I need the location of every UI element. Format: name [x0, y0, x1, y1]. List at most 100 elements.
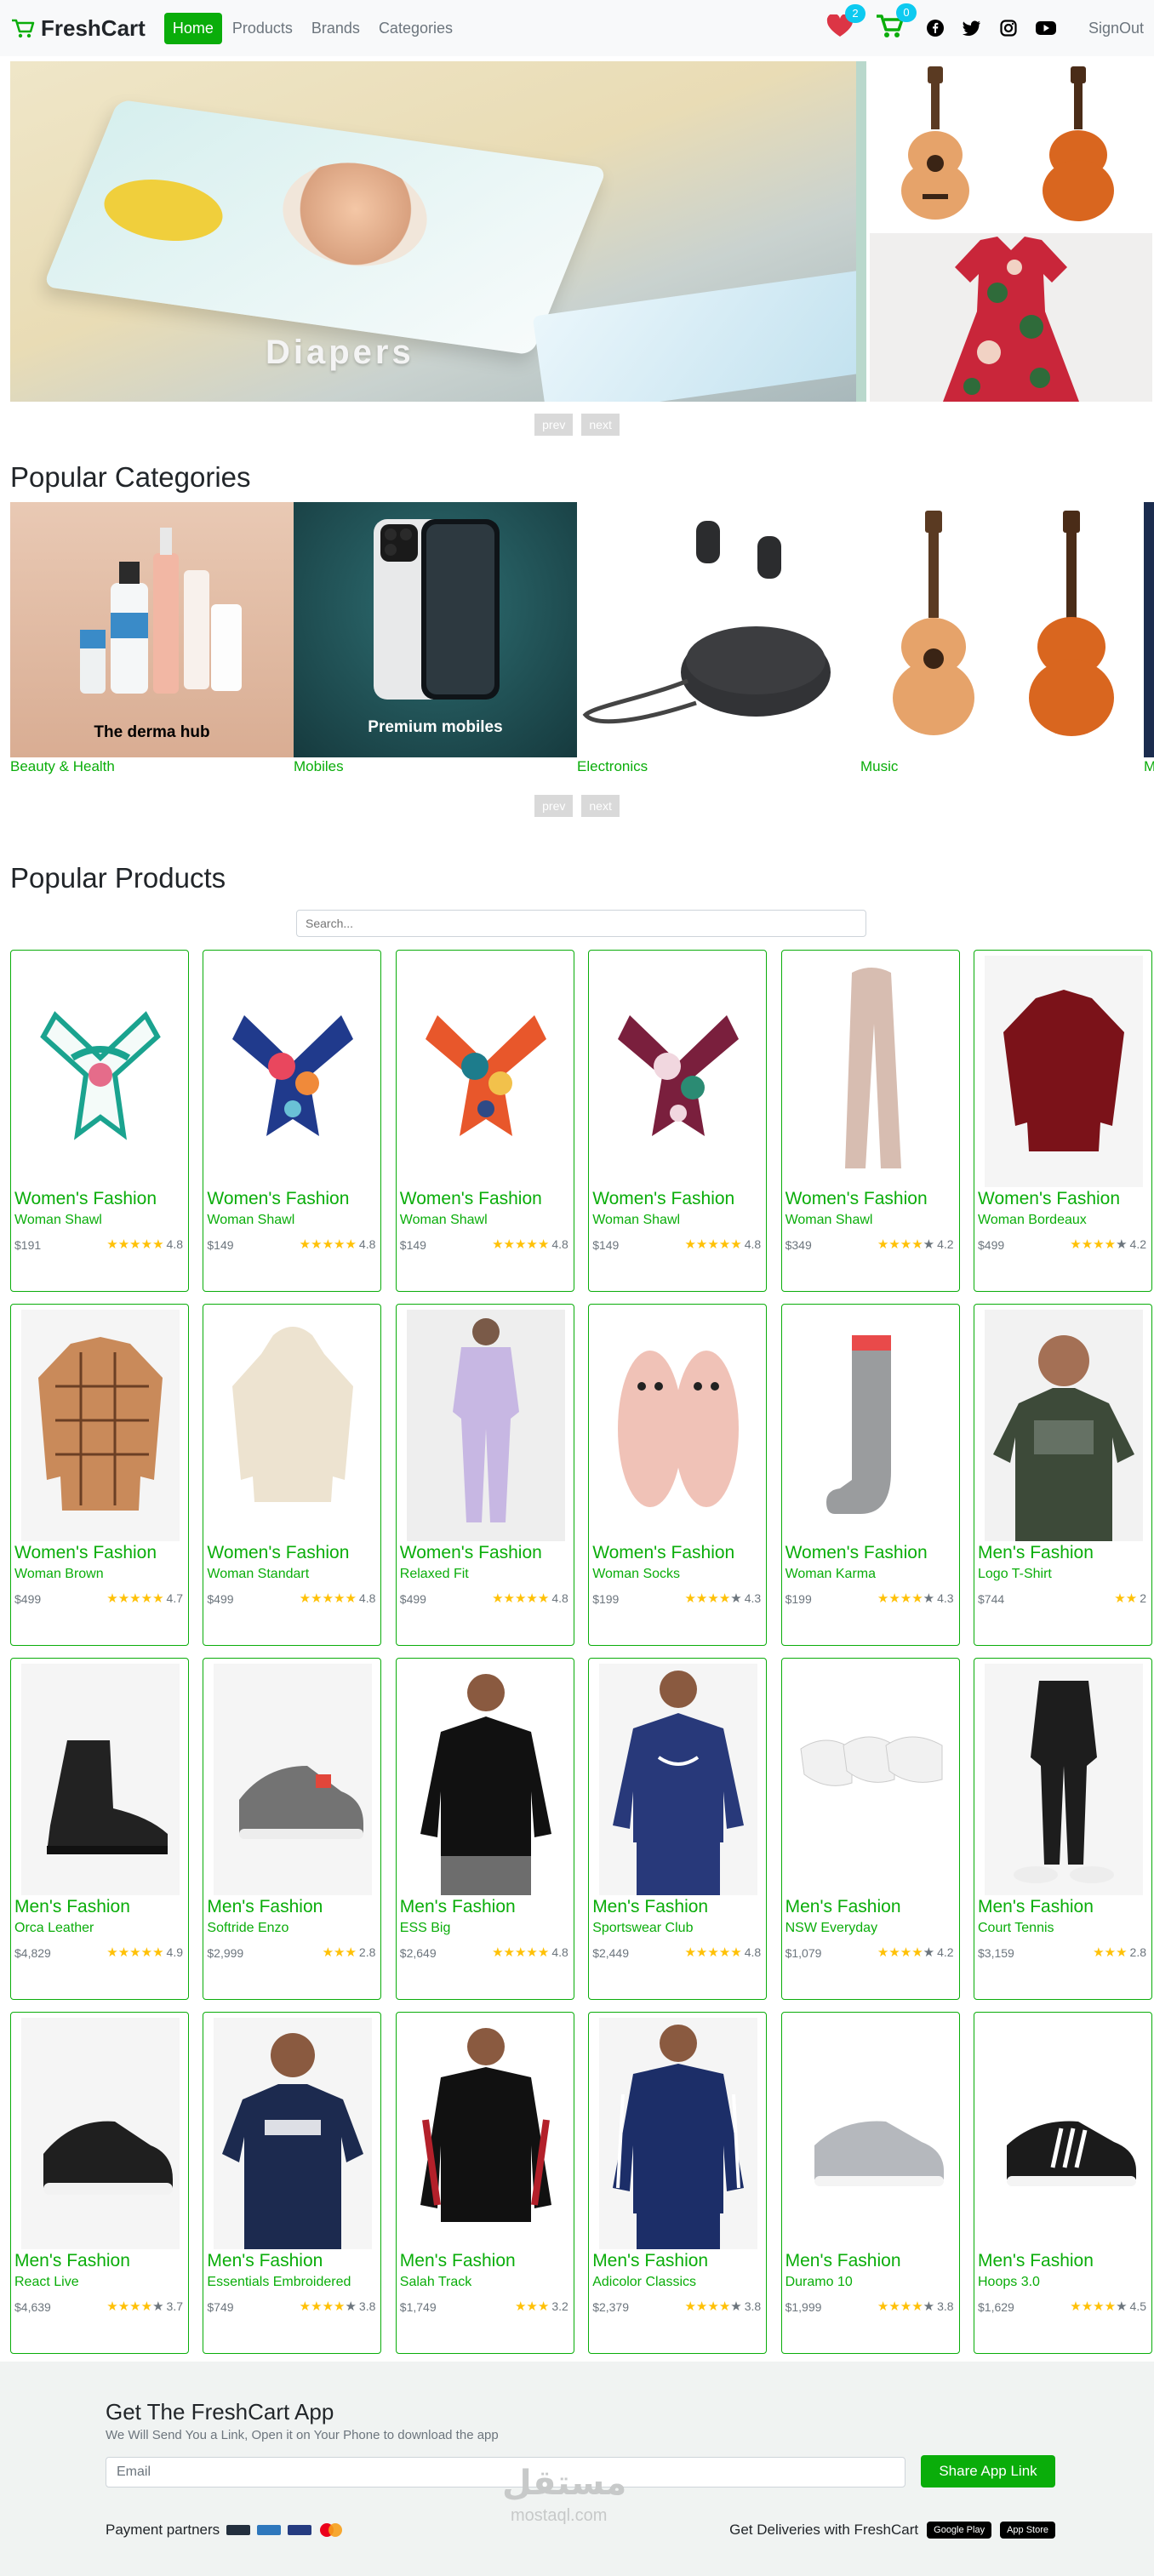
product-card[interactable]: Men's Fashion React Live $4,639 ★★★★★ 3.7 [10, 2012, 189, 2354]
product-image[interactable] [21, 1664, 180, 1895]
product-image[interactable] [214, 2018, 373, 2249]
app-store-button[interactable]: App Store [1000, 2522, 1055, 2539]
product-image[interactable] [985, 1664, 1143, 1895]
product-image[interactable] [791, 1664, 951, 1895]
product-image[interactable] [985, 2018, 1143, 2249]
product-image[interactable] [791, 956, 951, 1187]
product-card[interactable]: Women's Fashion Woman Standart $499 ★★★★★ 4.… [203, 1304, 382, 1646]
product-name[interactable]: React Live [14, 2275, 79, 2290]
product-name[interactable]: Woman Karma [786, 1567, 876, 1582]
product-image[interactable] [21, 956, 180, 1187]
hero-main-slide[interactable]: Diapers [10, 61, 866, 402]
product-image[interactable] [406, 956, 565, 1187]
product-card[interactable]: Women's Fashion Woman Bordeaux $499 ★★★★★ 4.… [974, 950, 1152, 1292]
product-image[interactable] [599, 2018, 758, 2249]
product-card[interactable]: Men's Fashion Hoops 3.0 $1,629 ★★★★★ 4.5 [974, 2012, 1152, 2354]
product-name[interactable]: Orca Leather [14, 1921, 94, 1936]
product-search-input[interactable] [296, 910, 866, 937]
product-image[interactable] [985, 956, 1143, 1187]
nav-products[interactable]: Products [224, 13, 301, 44]
product-card[interactable]: Men's Fashion NSW Everyday $1,079 ★★★★★ 4.2 [780, 1658, 960, 2000]
product-image[interactable] [406, 2018, 565, 2249]
youtube-icon[interactable] [1035, 20, 1056, 36]
product-card[interactable]: Women's Fashion Woman Shawl $191 ★★★★★ 4.8 [10, 950, 189, 1292]
product-name[interactable]: Woman Standart [207, 1567, 309, 1582]
product-name[interactable]: Woman Brown [14, 1567, 104, 1582]
product-name[interactable]: Hoops 3.0 [978, 2275, 1040, 2290]
product-image[interactable] [406, 1664, 565, 1895]
product-name[interactable]: Woman Shawl [592, 1213, 680, 1228]
category-label[interactable]: Mobiles [294, 758, 577, 774]
product-name[interactable]: NSW Everyday [786, 1921, 877, 1936]
product-image[interactable] [791, 1310, 951, 1541]
product-card[interactable]: Women's Fashion Woman Shawl $149 ★★★★★ 4.8 [203, 950, 382, 1292]
product-image[interactable] [21, 1310, 180, 1541]
product-card[interactable]: Men's Fashion Softride Enzo $2,999 ★★★ 2.8 [203, 1658, 382, 2000]
product-name[interactable]: Adicolor Classics [592, 2275, 696, 2290]
product-card[interactable]: Men's Fashion Salah Track $1,749 ★★★ 3.2 [395, 2012, 574, 2354]
category-label[interactable]: Music [860, 758, 1144, 774]
product-name[interactable]: Softride Enzo [207, 1921, 288, 1936]
product-card[interactable]: Men's Fashion Logo T-Shirt $744 ★★ 2 [974, 1304, 1152, 1646]
product-name[interactable]: Sportswear Club [592, 1921, 693, 1936]
category-label[interactable]: Electronics [577, 758, 860, 774]
category-card[interactable]: The derma hub Beauty & Health [10, 502, 294, 774]
product-image[interactable] [214, 1310, 373, 1541]
hero-side-dress[interactable] [870, 233, 1152, 402]
product-image[interactable] [21, 2018, 180, 2249]
product-name[interactable]: Essentials Embroidered [207, 2275, 351, 2290]
cart-button[interactable]: 0 [876, 3, 917, 43]
hero-prev-button[interactable]: prev [534, 414, 574, 436]
category-card[interactable]: Music [860, 502, 1144, 774]
brand[interactable]: FreshCart [10, 15, 146, 42]
product-card[interactable]: Women's Fashion Relaxed Fit $499 ★★★★★ 4.8 [395, 1304, 574, 1646]
instagram-icon[interactable] [1000, 20, 1017, 37]
product-image[interactable] [214, 1664, 373, 1895]
product-card[interactable]: Men's Fashion Adicolor Classics $2,379 ★★★★… [588, 2012, 768, 2354]
share-app-link-button[interactable]: Share App Link [921, 2455, 1055, 2487]
product-image[interactable] [599, 1664, 758, 1895]
category-label[interactable]: Beauty & Health [10, 758, 294, 774]
hero-next-button[interactable]: next [581, 414, 620, 436]
product-image[interactable] [406, 1310, 565, 1541]
product-card[interactable]: Women's Fashion Woman Shawl $149 ★★★★★ 4.8 [588, 950, 768, 1292]
product-card[interactable]: Men's Fashion Court Tennis $3,159 ★★★ 2.8 [974, 1658, 1152, 2000]
product-card[interactable]: Men's Fashion Sportswear Club $2,449 ★★★★★ 4… [588, 1658, 768, 2000]
categories-prev-button[interactable]: prev [534, 795, 574, 817]
product-name[interactable]: Duramo 10 [786, 2275, 853, 2290]
product-card[interactable]: Women's Fashion Woman Karma $199 ★★★★★ 4.3 [780, 1304, 960, 1646]
product-name[interactable]: Woman Shawl [786, 1213, 873, 1228]
product-name[interactable]: Logo T-Shirt [978, 1567, 1052, 1582]
product-name[interactable]: Woman Shawl [400, 1213, 488, 1228]
nav-categories[interactable]: Categories [370, 13, 461, 44]
nav-brands[interactable]: Brands [303, 13, 368, 44]
wishlist-button[interactable]: 2 [826, 3, 866, 43]
product-name[interactable]: Relaxed Fit [400, 1567, 469, 1582]
product-image[interactable] [791, 2018, 951, 2249]
product-image[interactable] [214, 956, 373, 1187]
facebook-icon[interactable] [926, 20, 944, 37]
twitter-icon[interactable] [962, 20, 981, 36]
product-name[interactable]: Salah Track [400, 2275, 471, 2290]
nav-home[interactable]: Home [163, 12, 222, 44]
product-name[interactable]: Woman Shawl [14, 1213, 102, 1228]
product-card[interactable]: Men's Fashion ESS Big $2,649 ★★★★★ 4.8 [395, 1658, 574, 2000]
product-card[interactable]: Women's Fashion Woman Socks $199 ★★★★★ 4.3 [588, 1304, 768, 1646]
product-name[interactable]: Woman Shawl [207, 1213, 294, 1228]
categories-next-button[interactable]: next [581, 795, 620, 817]
product-image[interactable] [599, 1310, 758, 1541]
product-name[interactable]: ESS Big [400, 1921, 451, 1936]
hero-side-guitars[interactable] [870, 61, 1152, 230]
category-label[interactable]: M [1144, 758, 1154, 774]
product-name[interactable]: Woman Bordeaux [978, 1213, 1087, 1228]
product-card[interactable]: Women's Fashion Woman Brown $499 ★★★★★ 4.7 [10, 1304, 189, 1646]
product-card[interactable]: Women's Fashion Woman Shawl $349 ★★★★★ 4.2 [780, 950, 960, 1292]
category-card[interactable]: M [1144, 502, 1154, 774]
product-name[interactable]: Woman Socks [592, 1567, 680, 1582]
product-image[interactable] [599, 956, 758, 1187]
product-card[interactable]: Men's Fashion Duramo 10 $1,999 ★★★★★ 3.8 [780, 2012, 960, 2354]
product-card[interactable]: Men's Fashion Orca Leather $4,829 ★★★★★ 4.9 [10, 1658, 189, 2000]
category-card[interactable]: Premium mobiles Mobiles [294, 502, 577, 774]
google-play-button[interactable]: Google Play [927, 2522, 992, 2539]
signout-link[interactable]: SignOut [1088, 20, 1144, 37]
